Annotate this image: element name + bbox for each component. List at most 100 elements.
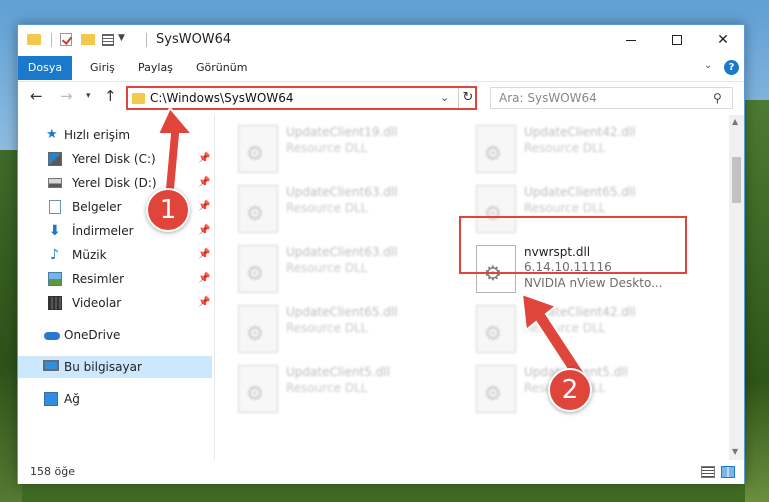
- sidebar-item-videos[interactable]: Videolar 📌: [18, 292, 212, 314]
- maximize-icon: [672, 35, 682, 45]
- file-name: UpdateClient63.dll: [286, 245, 398, 259]
- back-arrow-icon[interactable]: ←: [30, 87, 43, 105]
- dll-file-icon: [476, 125, 516, 173]
- dll-file-icon: [238, 185, 278, 233]
- navigation-bar: ← → ▾ ↑ C:\Windows\SysWOW64 ⌄ ↻ Ara: Sys…: [18, 81, 744, 111]
- dll-file-icon: [238, 125, 278, 173]
- tab-view[interactable]: Görünüm: [196, 56, 247, 80]
- tiles-view-icon[interactable]: [721, 466, 735, 478]
- tab-share[interactable]: Paylaş: [138, 56, 173, 80]
- sidebar-item-network[interactable]: Ağ: [18, 388, 212, 410]
- help-icon[interactable]: ?: [724, 60, 739, 75]
- file-description: Resource DLL: [286, 201, 368, 215]
- sidebar-item-label: Belgeler: [72, 200, 122, 214]
- videos-icon: [48, 296, 62, 310]
- file-name: UpdateClient65.dll: [524, 185, 636, 199]
- sidebar-item-label: İndirmeler: [72, 224, 134, 238]
- sidebar-item-label: OneDrive: [64, 328, 121, 342]
- file-name: UpdateClient63.dll: [286, 185, 398, 199]
- desktop-background-right: [745, 100, 769, 502]
- up-arrow-icon[interactable]: ↑: [104, 87, 117, 105]
- vertical-scrollbar[interactable]: ▲ ▼: [729, 115, 744, 460]
- list-item[interactable]: UpdateClient63.dll Resource DLL: [216, 181, 436, 237]
- window-title: SysWOW64: [156, 32, 232, 47]
- close-button[interactable]: ✕: [700, 25, 746, 55]
- file-description: Resource DLL: [286, 321, 368, 335]
- pictures-icon: [48, 272, 62, 286]
- sidebar-item-label: Ağ: [64, 392, 80, 406]
- scrollbar-thumb[interactable]: [732, 157, 741, 203]
- status-bar: 158 öğe: [18, 460, 744, 484]
- ribbon: Dosya Giriş Paylaş Görünüm ⌄ ?: [18, 56, 744, 80]
- music-icon: ♪: [50, 247, 59, 263]
- callout-badge-2: 2: [548, 368, 592, 412]
- search-box[interactable]: Ara: SysWOW64 ⚲: [490, 87, 733, 109]
- minimize-icon: [626, 39, 636, 41]
- search-icon[interactable]: ⚲: [713, 91, 722, 105]
- file-description: Resource DLL: [286, 141, 368, 155]
- file-description: Resource DLL: [524, 201, 606, 215]
- expand-ribbon-icon[interactable]: ⌄: [704, 60, 712, 71]
- file-name: UpdateClient65.dll: [286, 305, 398, 319]
- sidebar-item-label: Müzik: [72, 248, 107, 262]
- pin-icon[interactable]: 📌: [198, 244, 210, 266]
- file-description: Resource DLL: [524, 141, 606, 155]
- star-icon: ★: [46, 127, 58, 142]
- dll-file-icon: [238, 365, 278, 413]
- details-view-icon[interactable]: [701, 466, 715, 478]
- file-name: UpdateClient42.dll: [524, 125, 636, 139]
- toolbar-separator: [146, 33, 147, 47]
- scroll-up-icon[interactable]: ▲: [732, 117, 738, 126]
- dll-file-icon: [238, 245, 278, 293]
- quick-access-dropdown-icon[interactable]: ▼: [118, 33, 125, 49]
- customize-icon[interactable]: [102, 34, 114, 46]
- documents-icon: [49, 200, 61, 214]
- sidebar-item-label: Videolar: [72, 296, 122, 310]
- list-item[interactable]: UpdateClient42.dll Resource DLL: [454, 121, 674, 177]
- sidebar-item-music[interactable]: ♪ Müzik 📌: [18, 244, 212, 266]
- file-highlight-box: [459, 216, 687, 274]
- onedrive-icon: [44, 332, 60, 340]
- sidebar-item-this-pc[interactable]: Bu bilgisayar: [18, 356, 212, 378]
- pin-icon[interactable]: 📌: [198, 268, 210, 290]
- sidebar-item-label: Resimler: [72, 272, 125, 286]
- download-icon: ⬇: [49, 223, 61, 239]
- tab-home[interactable]: Giriş: [90, 56, 115, 80]
- file-list: UpdateClient19.dll Resource DLL UpdateCl…: [216, 115, 728, 460]
- callout-badge-1: 1: [146, 188, 190, 232]
- network-icon: [44, 392, 58, 406]
- minimize-button[interactable]: [608, 25, 654, 55]
- recent-locations-icon[interactable]: ▾: [86, 91, 91, 101]
- refresh-icon[interactable]: ↻: [458, 88, 477, 108]
- file-description: Resource DLL: [286, 381, 368, 395]
- search-input[interactable]: Ara: SysWOW64: [499, 91, 597, 105]
- pin-icon[interactable]: 📌: [198, 220, 210, 242]
- file-name: UpdateClient19.dll: [286, 125, 398, 139]
- drive-icon: [48, 152, 62, 166]
- file-name: UpdateClient5.dll: [286, 365, 390, 379]
- dll-file-icon: [238, 305, 278, 353]
- pin-icon[interactable]: 📌: [198, 292, 210, 314]
- list-item[interactable]: UpdateClient19.dll Resource DLL: [216, 121, 436, 177]
- close-icon: ✕: [717, 32, 729, 48]
- properties-check-icon[interactable]: [60, 33, 72, 46]
- pane-divider[interactable]: [214, 115, 215, 460]
- file-description: Resource DLL: [286, 261, 368, 275]
- new-folder-icon[interactable]: [81, 34, 95, 45]
- forward-arrow-icon[interactable]: →: [60, 87, 73, 105]
- sidebar-item-pictures[interactable]: Resimler 📌: [18, 268, 212, 290]
- tab-file[interactable]: Dosya: [18, 56, 72, 80]
- this-pc-icon: [43, 360, 59, 371]
- sidebar-item-label: Hızlı erişim: [64, 128, 131, 142]
- address-dropdown-icon[interactable]: ⌄: [440, 91, 449, 104]
- list-item[interactable]: UpdateClient65.dll Resource DLL: [216, 301, 436, 357]
- folder-icon: [27, 34, 41, 45]
- list-item[interactable]: UpdateClient5.dll Resource DLL: [216, 361, 436, 417]
- drive-icon: [48, 178, 62, 188]
- sidebar-item-label: Bu bilgisayar: [64, 360, 142, 374]
- item-count: 158 öğe: [30, 465, 75, 478]
- sidebar-item-onedrive[interactable]: OneDrive: [18, 324, 212, 346]
- scroll-down-icon[interactable]: ▼: [732, 447, 738, 456]
- maximize-button[interactable]: [654, 25, 700, 55]
- list-item[interactable]: UpdateClient63.dll Resource DLL: [216, 241, 436, 297]
